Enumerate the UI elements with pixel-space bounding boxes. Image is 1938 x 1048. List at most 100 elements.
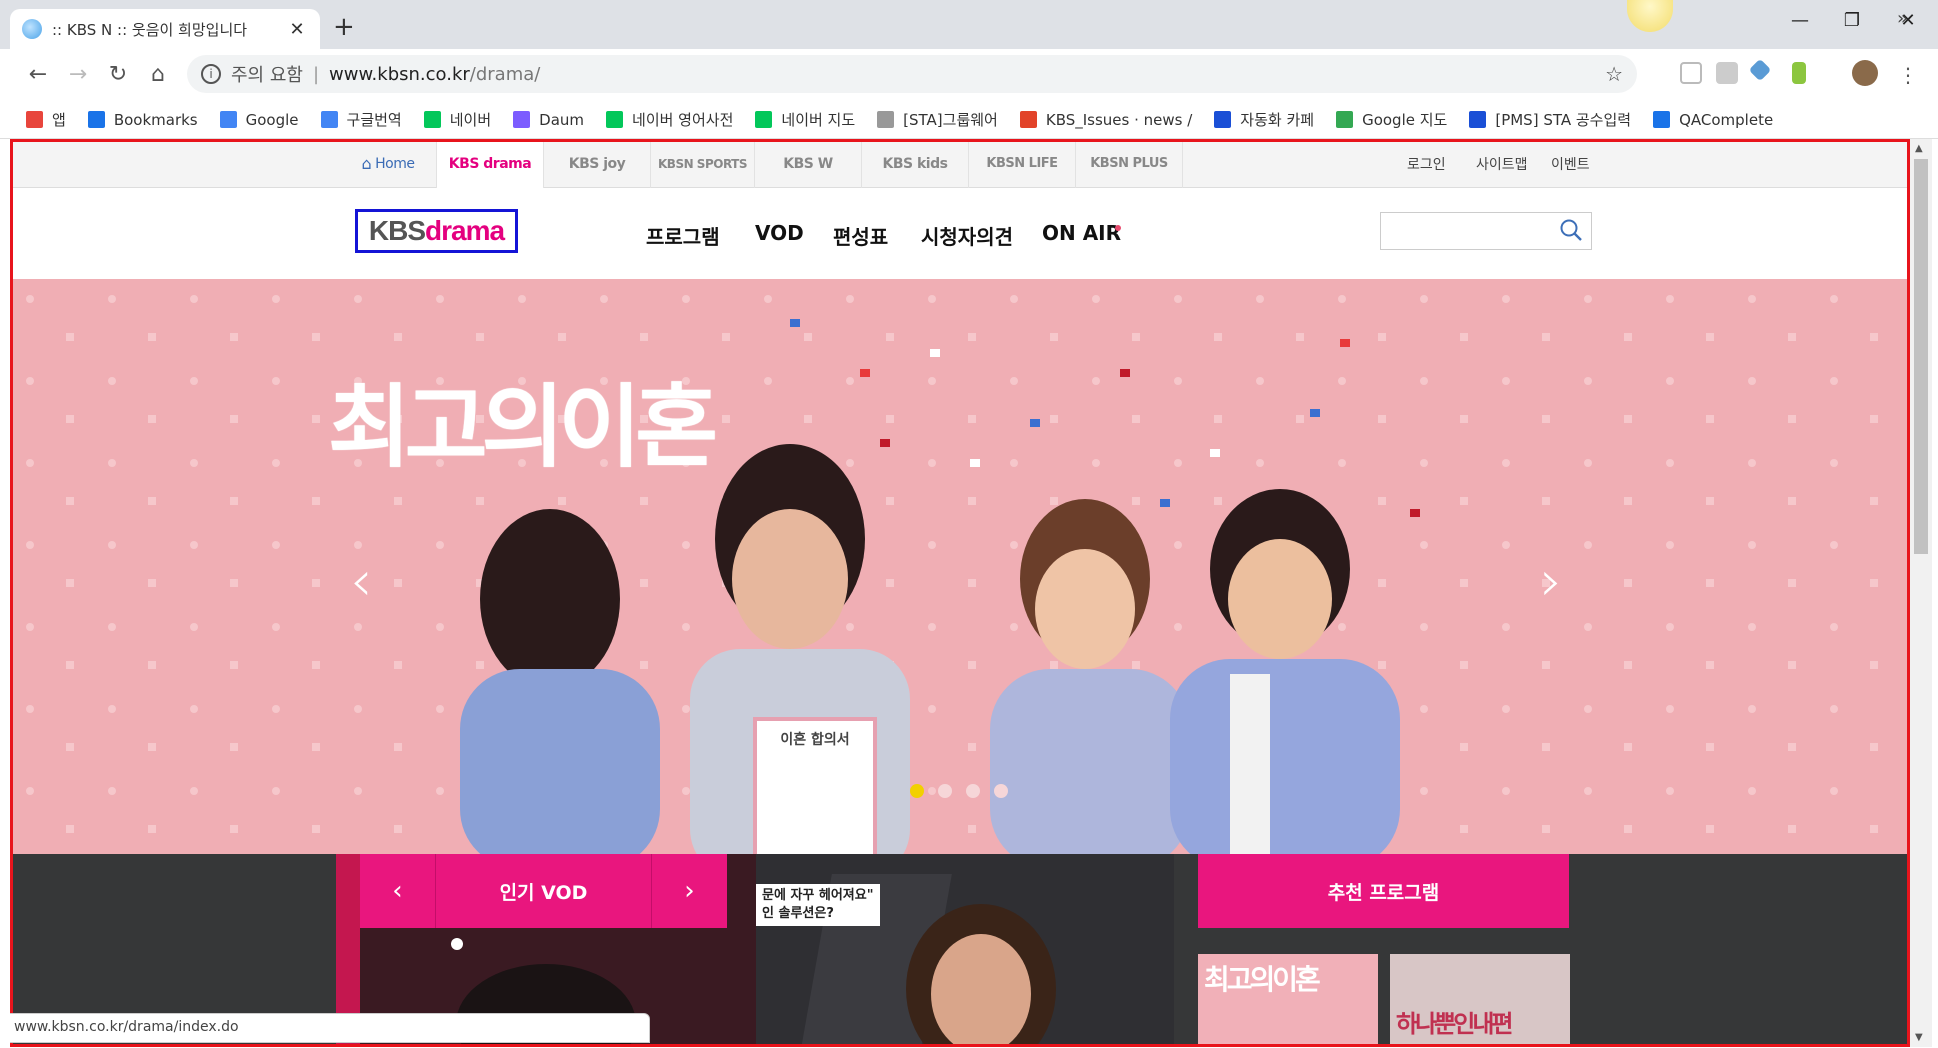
bookmark-label: QAComplete <box>1679 110 1774 129</box>
url-host: www.kbsn.co.kr <box>329 63 470 85</box>
recommend-thumbnail-2[interactable]: 하나뿐인내편 <box>1390 954 1570 1047</box>
bookmark-label: 구글번역 <box>346 111 402 129</box>
bookmark-label: Google <box>245 110 299 129</box>
bookmark-item[interactable]: 네이버 영어사전 <box>606 109 733 130</box>
page-scrollbar[interactable]: ▲ ▼ <box>1910 139 1932 1047</box>
bookmark-item[interactable]: QAComplete <box>1653 111 1773 129</box>
popular-vod-label: 인기 VOD <box>499 881 588 904</box>
gitlab-fox-icon <box>1019 111 1037 128</box>
carousel-dots <box>910 784 1008 798</box>
hero-title: 최고의이혼 <box>328 375 718 480</box>
carousel-dot[interactable] <box>910 784 924 798</box>
bookmark-label: [PMS] STA 공수입력 <box>1495 111 1632 129</box>
event-link[interactable]: 이벤트 <box>1551 154 1590 174</box>
menu-program[interactable]: 프로그램 <box>646 221 720 250</box>
carousel-dot[interactable] <box>938 784 952 798</box>
extension-ex-icon[interactable] <box>1716 62 1738 84</box>
bookmark-item[interactable]: 구글번역 <box>320 109 402 130</box>
hero-banner[interactable]: 최고의이혼 이혼 합의서 ‹ › <box>10 279 1910 854</box>
channel-tab-drama[interactable]: KBS drama <box>437 139 544 189</box>
menu-vod[interactable]: VOD <box>755 221 804 245</box>
google-g-icon <box>219 111 237 128</box>
bookmark-label: Daum <box>539 110 585 129</box>
home-icon[interactable]: ⌂ <box>144 61 172 89</box>
menu-viewer-opinion[interactable]: 시청자의견 <box>921 221 1013 250</box>
naver-n-icon <box>423 111 441 128</box>
channel-tab-life[interactable]: KBSN LIFE <box>969 139 1076 188</box>
tab-title: :: KBS N :: 웃음이 희망입니다 <box>52 20 248 39</box>
vod-caption: 문에 자꾸 헤어져요" 인 솔루션은? <box>756 884 880 926</box>
live-indicator-dot <box>1115 225 1121 231</box>
bookmark-item[interactable]: Bookmarks <box>87 110 198 129</box>
carousel-next-icon[interactable]: › <box>1540 549 1562 614</box>
bookmark-item[interactable]: 네이버 <box>423 109 492 130</box>
bookmark-item[interactable]: Google <box>219 110 299 129</box>
scroll-up-icon[interactable]: ▲ <box>1915 143 1923 154</box>
close-window-button[interactable]: ✕ <box>1888 10 1928 31</box>
channel-tab-joy[interactable]: KBS joy <box>544 139 651 188</box>
carousel-prev-icon[interactable]: ‹ <box>350 549 372 614</box>
bookmark-item[interactable]: [PMS] STA 공수입력 <box>1469 109 1631 130</box>
carousel-dot[interactable] <box>994 784 1008 798</box>
scrollbar-thumb[interactable] <box>1914 159 1928 554</box>
vod-next-icon[interactable]: › <box>651 854 727 928</box>
profile-avatar[interactable] <box>1852 60 1878 86</box>
search-icon[interactable] <box>1559 218 1583 242</box>
search-input[interactable] <box>1380 212 1592 250</box>
new-tab-button[interactable]: + <box>333 14 355 40</box>
channel-tab-w[interactable]: KBS W <box>755 139 862 188</box>
scroll-down-icon[interactable]: ▼ <box>1915 1032 1923 1043</box>
bookmark-item[interactable]: 네이버 지도 <box>755 109 855 130</box>
bookmark-item[interactable]: 앱 <box>26 109 66 130</box>
carousel-dot[interactable] <box>966 784 980 798</box>
bookmark-label: [STA]그룹웨어 <box>903 111 998 129</box>
home-icon: ⌂ <box>361 154 372 173</box>
bookmark-label: Bookmarks <box>113 110 198 129</box>
bookmark-item[interactable]: Daum <box>513 111 584 129</box>
browser-tab[interactable]: :: KBS N :: 웃음이 희망입니다 ✕ <box>10 9 320 49</box>
daum-d-icon <box>513 111 531 128</box>
menu-kebab-icon[interactable]: ⋮ <box>1894 61 1922 89</box>
sitemap-link[interactable]: 사이트맵 <box>1476 154 1528 174</box>
forward-arrow-icon[interactable]: → <box>64 61 92 89</box>
bookmark-item[interactable]: KBS_Issues · news / <box>1019 111 1192 129</box>
extension-green-icon[interactable] <box>1792 62 1806 84</box>
bookmark-label: 자동화 카페 <box>1240 111 1315 129</box>
back-arrow-icon[interactable]: ← <box>24 61 52 89</box>
bookmark-item[interactable]: [STA]그룹웨어 <box>877 109 998 130</box>
recommend-program-label[interactable]: 추천 프로그램 <box>1198 854 1569 928</box>
extension-cast-icon[interactable] <box>1680 62 1702 84</box>
apps-grid-icon <box>26 111 43 128</box>
bookmark-item[interactable]: 자동화 카페 <box>1214 109 1314 130</box>
minimize-button[interactable]: — <box>1780 10 1820 31</box>
channel-tab-sports[interactable]: KBSN SPORTS <box>651 139 755 188</box>
channel-tab-kids[interactable]: KBS kids <box>862 139 969 188</box>
channel-tab-home[interactable]: ⌂ Home <box>340 139 437 188</box>
bookmarks-overflow-icon[interactable]: » <box>1897 8 1908 29</box>
kbs-drama-logo[interactable]: KBS drama <box>355 209 518 253</box>
vod-thumbnail[interactable]: 문에 자꾸 헤어져요" 인 솔루션은? <box>756 854 1174 1047</box>
restore-button[interactable]: ❐ <box>1832 10 1872 31</box>
recommend-thumbnail-1[interactable]: 최고의이혼 <box>1198 954 1378 1047</box>
channel-tab-plus[interactable]: KBSN PLUS <box>1076 139 1183 188</box>
menu-schedule[interactable]: 편성표 <box>833 221 888 250</box>
info-icon[interactable]: i <box>201 64 221 84</box>
hero-background-pattern <box>10 279 1910 854</box>
close-tab-icon[interactable]: ✕ <box>286 19 308 40</box>
bookmark-label: 앱 <box>52 111 66 129</box>
bookmark-star-icon[interactable]: ☆ <box>1605 62 1623 86</box>
extension-diamond-icon[interactable] <box>1748 58 1772 82</box>
vod-prev-icon[interactable]: ‹ <box>360 854 436 928</box>
bookmark-item[interactable]: Google 지도 <box>1336 109 1447 130</box>
decorative-sun-icon <box>1627 0 1673 32</box>
menu-on-air[interactable]: ON AIR <box>1042 221 1121 245</box>
reload-icon[interactable]: ↻ <box>104 61 132 89</box>
site-favicon-icon <box>22 19 42 39</box>
qacomplete-icon <box>1653 111 1671 128</box>
site-header: KBS drama 프로그램 VOD 편성표 시청자의견 ON AIR <box>10 188 1910 279</box>
login-link[interactable]: 로그인 <box>1407 154 1446 174</box>
address-bar[interactable]: i 주의 요함 | www.kbsn.co.kr /drama/ ☆ <box>187 55 1637 93</box>
pms-icon <box>1469 111 1487 128</box>
channel-nav: ⌂ Home KBS drama KBS joy KBSN SPORTS KBS… <box>10 139 1910 189</box>
bookmark-label: 네이버 <box>449 111 492 129</box>
